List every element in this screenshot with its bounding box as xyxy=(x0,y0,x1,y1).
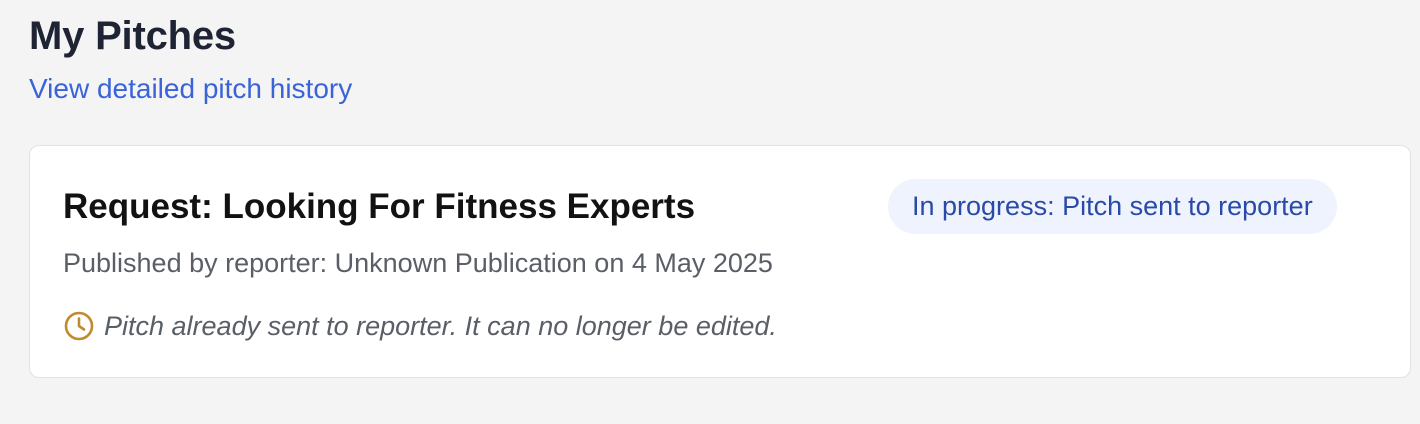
page-title: My Pitches xyxy=(29,14,236,58)
pitch-notice: Pitch already sent to reporter. It can n… xyxy=(63,309,777,343)
notice-text: Pitch already sent to reporter. It can n… xyxy=(104,311,777,341)
pitch-card: Request: Looking For Fitness Experts In … xyxy=(29,145,1411,378)
pitch-byline: Published by reporter: Unknown Publicati… xyxy=(63,248,773,278)
clock-icon xyxy=(63,310,95,342)
pitch-history-link[interactable]: View detailed pitch history xyxy=(29,72,352,106)
pitch-title: Request: Looking For Fitness Experts xyxy=(63,187,696,226)
status-badge: In progress: Pitch sent to reporter xyxy=(888,179,1337,234)
